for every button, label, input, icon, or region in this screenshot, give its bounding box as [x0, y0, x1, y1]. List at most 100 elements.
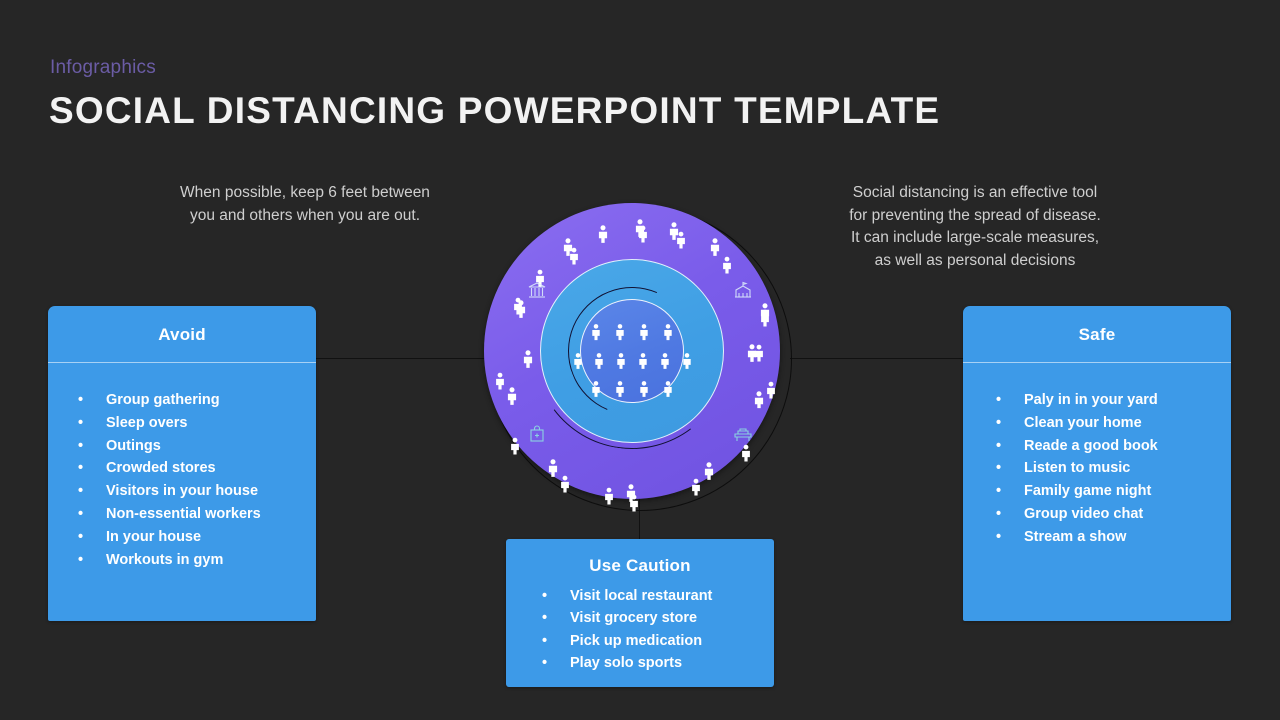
city-hall-icon [733, 281, 753, 299]
list-item-label: Play solo sports [570, 655, 683, 672]
shopping-bag-icon [527, 425, 547, 443]
list-item[interactable]: • Listen to music [996, 457, 1231, 480]
list-item[interactable]: • Visitors in your house [78, 480, 316, 503]
bullet-icon: • [996, 528, 1002, 545]
person-icon-outer [604, 487, 614, 505]
person-icon-middle [597, 225, 608, 244]
person-icon-outer [510, 438, 520, 455]
person-icon-middle [635, 219, 646, 237]
intro-line: When possible, keep 6 feet between [180, 184, 430, 201]
slide-kicker: Infographics [50, 57, 156, 78]
list-item-label: Crowded stores [106, 460, 216, 477]
list-item[interactable]: • Visit grocery store [542, 607, 774, 629]
bank-building-icon [527, 281, 547, 299]
list-item-label: Paly in in your yard [1024, 392, 1158, 408]
person-icon-inner [638, 352, 648, 369]
social-distancing-diagram [484, 203, 796, 515]
bullet-icon: • [78, 551, 84, 568]
bullet-icon: • [78, 437, 84, 454]
bullet-icon: • [78, 414, 84, 431]
person-icon-inner [639, 380, 649, 397]
bullet-icon: • [78, 505, 84, 522]
intro-line: It can include large-scale measures, [850, 229, 1100, 246]
panel-caution-title: Use Caution [589, 556, 691, 575]
person-icon-middle [710, 237, 721, 256]
list-item-label: Group gathering [106, 392, 220, 408]
list-item-label: Visit local restaurant [570, 588, 713, 604]
person-icon-inner [639, 324, 649, 341]
list-item-label: Outings [106, 437, 161, 454]
list-item-label: Visit grocery store [570, 610, 698, 627]
intro-line: for preventing the spread of disease. [849, 206, 1101, 224]
list-item-label: Pick up medication [570, 632, 703, 649]
intro-line: Social distancing is an effective tool [852, 184, 1098, 201]
panel-avoid-title: Avoid [158, 325, 206, 344]
list-item[interactable]: • Non-essential workers [78, 503, 316, 526]
panel-caution-list: • Visit local restaurant • Visit grocery st… [506, 585, 774, 675]
panel-use-caution[interactable]: Use Caution • Visit local restaurant • Visi… [506, 539, 774, 687]
list-item[interactable]: • Family game night [996, 480, 1231, 503]
person-icon-inner [592, 380, 602, 397]
person-icon-middle [625, 484, 636, 503]
panel-avoid[interactable]: Avoid • Group gathering • Sleep overs • Outin… [48, 306, 316, 621]
bullet-icon: • [542, 655, 548, 672]
panel-safe-list: • Paly in in your yard • Clean your home • Re… [963, 389, 1231, 549]
panel-safe[interactable]: Safe • Paly in in your yard • Clean your ho… [963, 306, 1231, 621]
bullet-icon: • [996, 460, 1002, 477]
person-icon-inner [615, 380, 625, 397]
list-item-label: Non-essential workers [106, 505, 261, 522]
intro-line: as well as personal decisions [874, 251, 1076, 269]
list-item-label: Group video chat [1024, 505, 1144, 522]
person-icon-middle [563, 237, 574, 256]
panel-safe-title: Safe [1078, 325, 1116, 344]
list-item[interactable]: • Paly in in your yard [996, 389, 1231, 412]
list-item[interactable]: • Play solo sports [542, 652, 774, 674]
person-icon-middle [753, 390, 764, 409]
list-item[interactable]: • Visit local restaurant [542, 585, 774, 607]
list-item-label: Visitors in your house [106, 483, 259, 500]
page-title: SOCIAL DISTANCING POWERPOINT TEMPLATE [49, 90, 941, 131]
bullet-icon: • [996, 437, 1002, 454]
slide-canvas: Infographics SOCIAL DISTANCING POWERPOIN… [0, 0, 1280, 720]
bullet-icon: • [78, 528, 84, 545]
bullet-icon: • [542, 588, 548, 604]
panel-avoid-divider [48, 362, 316, 363]
person-icon-middle [703, 462, 714, 481]
list-item[interactable]: • Stream a show [996, 526, 1231, 549]
person-icon-inner [663, 380, 673, 397]
person-icon-outer [560, 475, 570, 493]
list-item[interactable]: • Clean your home [996, 412, 1231, 435]
person-icon-middle [747, 344, 758, 362]
list-item-label: Stream a show [1024, 528, 1127, 545]
person-icon-outer [766, 381, 776, 399]
person-icon-middle [507, 387, 518, 406]
list-item[interactable]: • Group gathering [78, 389, 316, 412]
bullet-icon: • [542, 610, 548, 627]
person-icon-inner [592, 324, 602, 341]
list-item[interactable]: • Reade a good book [996, 435, 1231, 458]
person-icon-outer [722, 257, 732, 274]
bullet-icon: • [996, 414, 1002, 431]
list-item[interactable]: • Sleep overs [78, 412, 316, 435]
person-icon-middle [522, 350, 533, 368]
person-icon-outer [741, 444, 751, 462]
person-icon-middle [760, 303, 771, 322]
person-icon-inner [682, 352, 692, 369]
list-item[interactable]: • Pick up medication [542, 630, 774, 652]
market-stall-icon [733, 425, 753, 443]
list-item[interactable]: • Crowded stores [78, 457, 316, 480]
person-icon-middle [547, 459, 558, 478]
intro-line: you and others when you are out. [189, 206, 421, 224]
person-icon-inner [595, 352, 605, 369]
list-item[interactable]: • Workouts in gym [78, 549, 316, 572]
person-icon-outer [495, 372, 505, 390]
bullet-icon: • [996, 483, 1002, 500]
list-item[interactable]: • Group video chat [996, 503, 1231, 526]
list-item-label: Listen to music [1024, 460, 1131, 477]
list-item[interactable]: • In your house [78, 526, 316, 549]
person-icon-middle [669, 222, 680, 240]
person-icon-middle [516, 300, 527, 318]
list-item-label: Sleep overs [106, 414, 188, 431]
list-item[interactable]: • Outings [78, 435, 316, 458]
person-icon-inner [617, 352, 627, 369]
